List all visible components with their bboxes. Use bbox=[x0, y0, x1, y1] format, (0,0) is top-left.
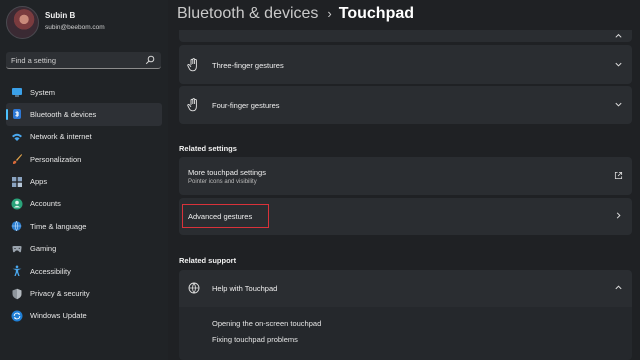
sidebar-nav: System Bluetooth & devices Network & int… bbox=[6, 81, 162, 327]
sidebar-item-label: Network & internet bbox=[30, 132, 92, 142]
chevron-up-icon[interactable] bbox=[614, 283, 623, 292]
sidebar-item-bluetooth-devices[interactable]: Bluetooth & devices bbox=[6, 103, 162, 126]
setting-subtitle: Pointer icons and visibility bbox=[188, 179, 257, 185]
sidebar-item-accounts[interactable]: Accounts bbox=[6, 193, 162, 215]
sidebar: Subin B subin@beebom.com Find a setting … bbox=[0, 0, 168, 360]
sidebar-item-label: System bbox=[30, 87, 56, 97]
update-icon bbox=[11, 310, 23, 322]
chevron-right-icon[interactable] bbox=[614, 211, 623, 220]
three-finger-gestures-row[interactable]: Three-finger gestures bbox=[179, 45, 632, 84]
wifi-icon bbox=[12, 133, 22, 141]
setting-title: More touchpad settings bbox=[188, 168, 266, 177]
monitor-icon bbox=[12, 88, 22, 97]
external-link-icon[interactable] bbox=[614, 171, 623, 180]
more-touchpad-settings-row[interactable]: More touchpad settings Pointer icons and… bbox=[179, 157, 632, 195]
related-settings-heading: Related settings bbox=[179, 144, 237, 153]
sidebar-item-apps[interactable]: Apps bbox=[6, 171, 162, 193]
sidebar-item-label: Personalization bbox=[30, 154, 82, 164]
search-input[interactable]: Find a setting bbox=[6, 52, 161, 69]
hand-gesture-icon bbox=[187, 58, 197, 72]
sidebar-item-label: Time & language bbox=[30, 221, 87, 231]
apps-icon bbox=[12, 176, 22, 187]
profile-email: subin@beebom.com bbox=[45, 24, 105, 31]
accessibility-icon bbox=[12, 265, 22, 277]
sidebar-item-gaming[interactable]: Gaming bbox=[6, 238, 162, 260]
sidebar-item-label: Bluetooth & devices bbox=[30, 109, 97, 119]
shield-icon bbox=[12, 288, 22, 299]
hand-gesture-icon bbox=[187, 98, 197, 112]
sidebar-item-windows-update[interactable]: Windows Update bbox=[6, 305, 162, 327]
four-finger-gestures-row[interactable]: Four-finger gestures bbox=[179, 86, 632, 124]
setting-title: Four-finger gestures bbox=[212, 101, 280, 110]
breadcrumb: Bluetooth & devices › Touchpad bbox=[177, 5, 414, 23]
paintbrush-icon bbox=[12, 154, 22, 165]
selection-indicator bbox=[6, 109, 8, 121]
chevron-down-icon[interactable] bbox=[614, 100, 623, 109]
page-title: Touchpad bbox=[338, 5, 415, 22]
help-link-onscreen-touchpad[interactable]: Opening the on-screen touchpad bbox=[212, 319, 321, 328]
bluetooth-devices-icon bbox=[13, 109, 21, 120]
breadcrumb-separator: › bbox=[327, 6, 332, 21]
globe-icon bbox=[188, 282, 200, 294]
sidebar-item-label: Gaming bbox=[30, 244, 57, 254]
setting-title: Help with Touchpad bbox=[212, 284, 278, 293]
sidebar-item-label: Accounts bbox=[30, 199, 61, 209]
sidebar-item-label: Apps bbox=[30, 177, 48, 187]
sidebar-item-network-internet[interactable]: Network & internet bbox=[6, 126, 162, 148]
sidebar-item-time-language[interactable]: Time & language bbox=[6, 215, 162, 237]
breadcrumb-parent[interactable]: Bluetooth & devices bbox=[177, 5, 318, 22]
sidebar-item-system[interactable]: System bbox=[6, 81, 162, 103]
game-controller-icon bbox=[12, 245, 22, 252]
highlight-box bbox=[182, 204, 269, 228]
help-with-touchpad-row[interactable]: Help with Touchpad bbox=[179, 270, 632, 307]
profile-name: Subin B bbox=[45, 11, 76, 20]
related-support-heading: Related support bbox=[179, 256, 237, 265]
help-links-panel: Opening the on-screen touchpad Fixing to… bbox=[179, 307, 632, 360]
sidebar-item-accessibility[interactable]: Accessibility bbox=[6, 260, 162, 282]
search-placeholder: Find a setting bbox=[11, 56, 57, 65]
chevron-up-icon bbox=[615, 33, 622, 38]
sidebar-item-privacy-security[interactable]: Privacy & security bbox=[6, 283, 162, 305]
sidebar-item-label: Windows Update bbox=[30, 311, 87, 321]
chevron-down-icon[interactable] bbox=[614, 60, 623, 69]
account-icon bbox=[11, 198, 23, 210]
search-icon bbox=[145, 55, 155, 65]
sidebar-item-label: Privacy & security bbox=[30, 289, 90, 299]
sidebar-item-label: Accessibility bbox=[30, 266, 71, 276]
previous-setting-card bbox=[179, 30, 632, 42]
sidebar-item-personalization[interactable]: Personalization bbox=[6, 148, 162, 170]
setting-title: Three-finger gestures bbox=[212, 61, 284, 70]
avatar bbox=[6, 6, 39, 39]
globe-clock-icon bbox=[11, 221, 22, 232]
user-profile[interactable]: Subin B subin@beebom.com bbox=[6, 6, 166, 40]
help-link-fixing-touchpad[interactable]: Fixing touchpad problems bbox=[212, 335, 298, 344]
